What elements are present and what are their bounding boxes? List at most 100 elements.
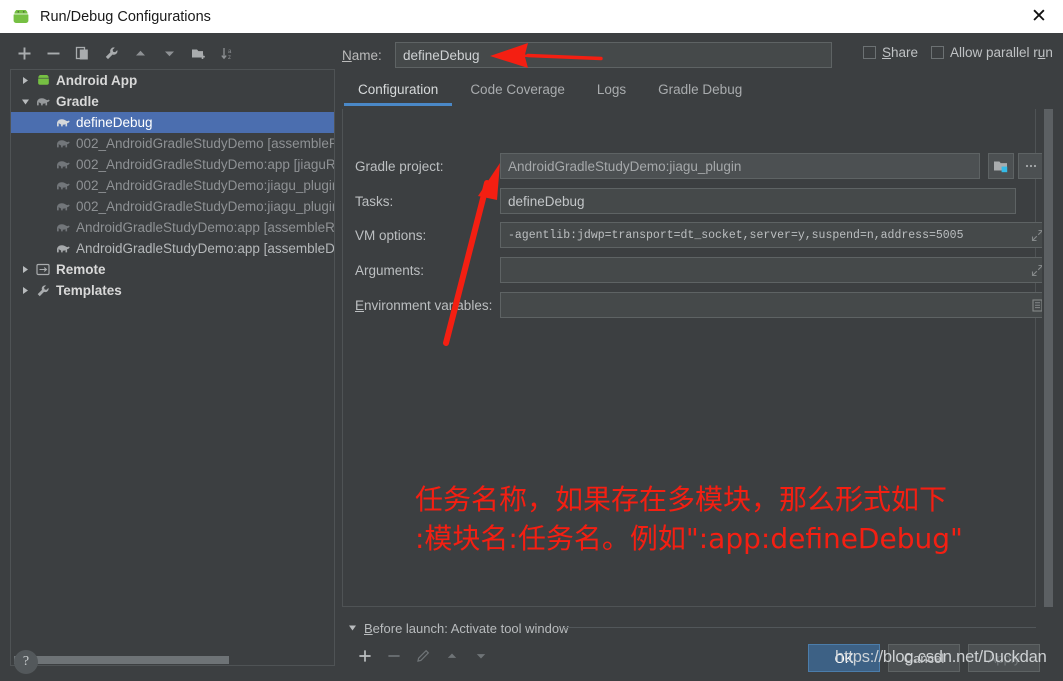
tree-node-templates[interactable]: Templates [11, 280, 334, 301]
chevron-right-icon[interactable] [17, 286, 33, 295]
configuration-form: Gradle project: AndroidGradleStudyDemo:j… [342, 109, 1048, 607]
tasks-label: Tasks: [355, 193, 394, 209]
scrollbar-thumb[interactable] [14, 656, 229, 664]
name-label-mnemonic: N [342, 47, 352, 63]
tab-code-coverage[interactable]: Code Coverage [454, 78, 581, 106]
android-icon [12, 8, 30, 24]
parallel-label-prefix: Allow parallel r [950, 45, 1038, 60]
window-title: Run/Debug Configurations [40, 8, 211, 25]
environment-variables-input[interactable] [500, 292, 1048, 318]
tree-node-label: Android App [56, 73, 138, 88]
configurations-tree[interactable]: Android App Gradle defineDebug 002_Andro… [10, 69, 335, 666]
sort-az-icon[interactable]: a z [213, 40, 242, 66]
tree-node-item[interactable]: AndroidGradleStudyDemo:app [assembleRel [11, 217, 334, 238]
bl-down-button[interactable] [466, 643, 495, 669]
triangle-down-icon[interactable] [348, 619, 357, 637]
arguments-input[interactable] [500, 257, 1048, 283]
scrollbar-thumb[interactable] [1044, 109, 1053, 607]
tree-node-remote[interactable]: Remote [11, 259, 334, 280]
tree-toolbar: a z [10, 39, 335, 67]
tree-node-label: 002_AndroidGradleStudyDemo:app [jiaguRel [76, 157, 334, 172]
tree-horizontal-scrollbar[interactable] [11, 655, 334, 665]
tree-node-definedebug[interactable]: defineDebug [11, 112, 334, 133]
vm-options-input[interactable] [500, 222, 1048, 248]
tab-logs[interactable]: Logs [581, 78, 642, 106]
folder-add-icon[interactable] [184, 40, 213, 66]
allow-parallel-run-checkbox-wrap[interactable]: Allow parallel run [931, 45, 1053, 60]
pencil-icon[interactable] [408, 643, 437, 669]
share-checkbox-wrap[interactable]: Share [863, 45, 918, 60]
tree-node-item[interactable]: 002_AndroidGradleStudyDemo:app [jiaguRel [11, 154, 334, 175]
share-mnemonic: S [882, 45, 892, 60]
annotation-text: 任务名称，如果存在多模块，那么形式如下 :模块名:任务名。例如":app:def… [415, 481, 1055, 558]
gradle-project-input[interactable] [500, 153, 980, 179]
bl-add-button[interactable] [350, 643, 379, 669]
tree-node-label: AndroidGradleStudyDemo:app [assembleDel [76, 241, 334, 256]
tree-node-label: defineDebug [76, 115, 153, 130]
ellipsis-button[interactable] [1018, 153, 1044, 179]
vm-options-label: VM options: [355, 227, 427, 243]
before-launch-mnemonic: B [364, 620, 373, 636]
configuration-panel: Name: Share Allow parallel run Configura… [342, 33, 1063, 681]
tree-node-label: 002_AndroidGradleStudyDemo [assembleRel [76, 136, 334, 151]
remove-button[interactable] [39, 40, 68, 66]
chevron-down-icon[interactable] [17, 97, 33, 106]
chevron-right-icon[interactable] [17, 265, 33, 274]
folder-select-button[interactable] [988, 153, 1014, 179]
name-label-text: ame: [351, 47, 382, 63]
add-button[interactable] [10, 40, 39, 66]
tree-node-item[interactable]: AndroidGradleStudyDemo:app [assembleDel [11, 238, 334, 259]
allow-parallel-run-label: Allow parallel run [950, 45, 1053, 60]
copy-icon[interactable] [68, 40, 97, 66]
before-launch-label: Before launch: Activate tool window [364, 621, 569, 636]
environment-variables-label: Environment variables: [355, 292, 492, 318]
tree-node-item[interactable]: 002_AndroidGradleStudyDemo:jiagu_plugin … [11, 175, 334, 196]
arrow-up-icon[interactable] [126, 40, 155, 66]
tree-node-item[interactable]: 002_AndroidGradleStudyDemo [assembleRel [11, 133, 334, 154]
tree-node-label: Remote [56, 262, 106, 277]
name-input[interactable] [395, 42, 832, 68]
env-mnemonic: E [355, 297, 365, 313]
share-checkbox[interactable] [863, 46, 876, 59]
tab-gradle-debug[interactable]: Gradle Debug [642, 78, 758, 106]
before-launch-label-text: efore launch: Activate tool window [372, 620, 569, 636]
wrench-icon[interactable] [97, 40, 126, 66]
tasks-row: Tasks: [355, 188, 1025, 214]
remote-icon [33, 263, 53, 276]
arrow-down-icon[interactable] [155, 40, 184, 66]
parallel-label-suffix: n [1045, 45, 1053, 60]
vm-options-row: VM options: [355, 222, 1048, 248]
svg-text:z: z [228, 55, 231, 61]
name-label-wrap: Name: [342, 43, 390, 67]
gradle-elephant-icon [53, 180, 73, 192]
tree-node-label: 002_AndroidGradleStudyDemo:jiagu_plugin … [76, 178, 334, 193]
share-label: Share [882, 45, 918, 60]
close-icon[interactable]: ✕ [1015, 0, 1063, 33]
dialog-body: a z Android App Gradle defineDebug 002_A… [0, 33, 1063, 681]
chevron-right-icon[interactable] [17, 76, 33, 85]
wrench-icon [33, 284, 53, 298]
form-vertical-scrollbar[interactable] [1042, 109, 1055, 607]
gradle-elephant-icon [33, 96, 53, 108]
arguments-row: Arguments: [355, 257, 1048, 283]
tree-node-gradle[interactable]: Gradle [11, 91, 334, 112]
before-launch-toolbar [350, 643, 495, 669]
gradle-elephant-icon [53, 117, 73, 129]
tasks-input[interactable] [500, 188, 1016, 214]
tree-node-label: AndroidGradleStudyDemo:app [assembleRel [76, 220, 334, 235]
tab-configuration[interactable]: Configuration [342, 78, 454, 106]
allow-parallel-run-checkbox[interactable] [931, 46, 944, 59]
bl-up-button[interactable] [437, 643, 466, 669]
tab-bar: Configuration Code Coverage Logs Gradle … [342, 78, 758, 106]
help-button[interactable]: ? [14, 650, 38, 674]
tree-node-android-app[interactable]: Android App [11, 70, 334, 91]
environment-variables-row: Environment variables: [355, 292, 1048, 318]
watermark-text: https://blog.csdn.net/Duckdan [835, 648, 1047, 666]
name-label: Name: [342, 48, 390, 63]
arguments-label: Arguments: [355, 262, 425, 278]
tree-node-item[interactable]: 002_AndroidGradleStudyDemo:jiagu_plugin … [11, 196, 334, 217]
bl-remove-button[interactable] [379, 643, 408, 669]
before-launch-header[interactable]: Before launch: Activate tool window [348, 619, 569, 637]
tree-node-label: 002_AndroidGradleStudyDemo:jiagu_plugin … [76, 199, 334, 214]
gradle-elephant-icon [53, 159, 73, 171]
